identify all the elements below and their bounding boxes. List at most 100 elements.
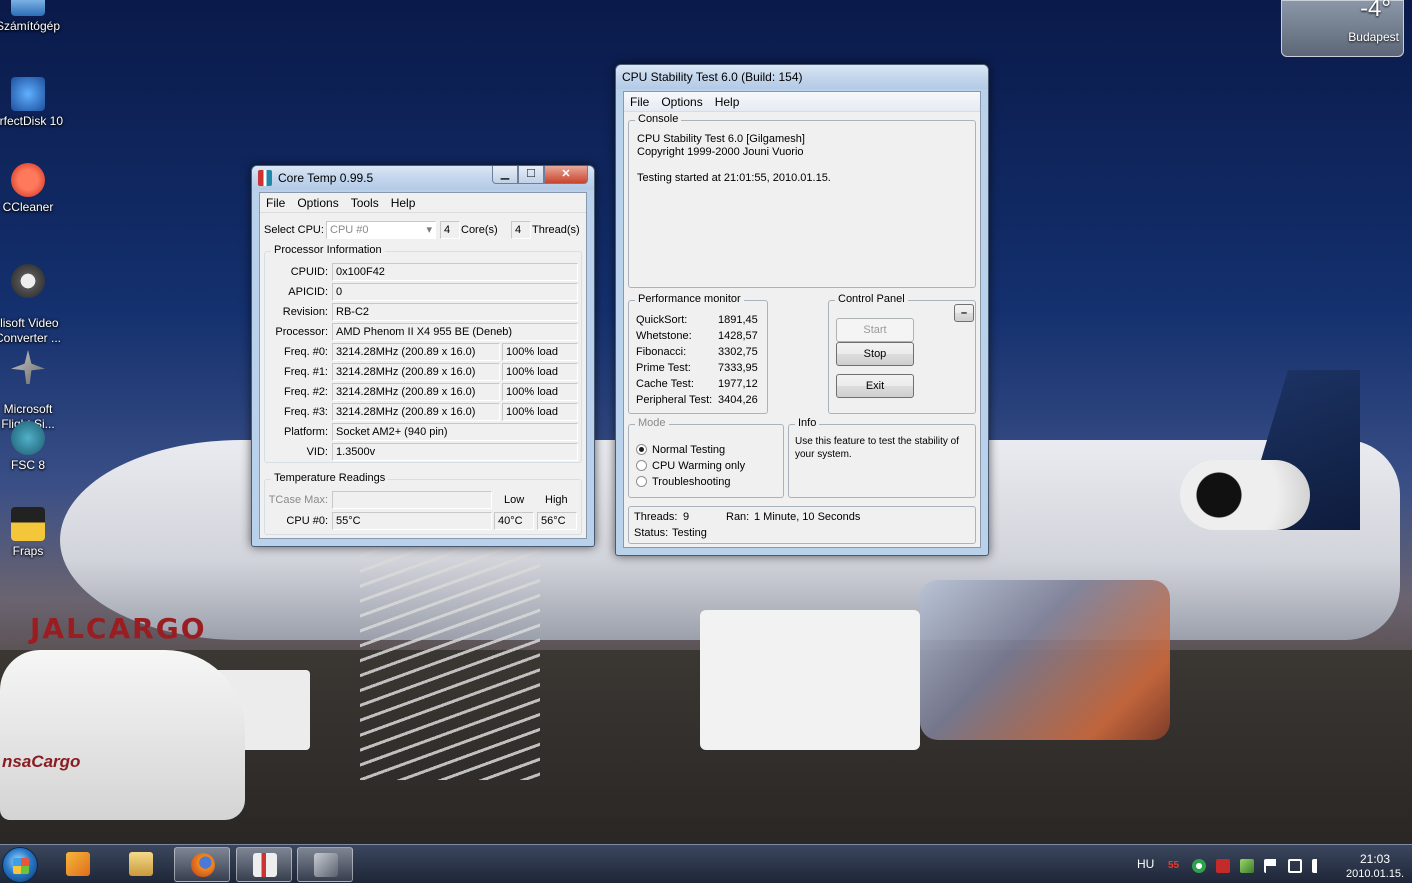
tcase-label: TCase Max: (268, 494, 328, 506)
clock[interactable]: 21:03 2010.01.15. (1346, 845, 1404, 883)
fsc-icon (11, 421, 45, 455)
cores-label: Core(s) (461, 224, 498, 236)
menu-file[interactable]: File (260, 193, 291, 212)
desktop-icon-video-converter[interactable]: ilisoft Video Converter ... (0, 249, 66, 346)
menu-help[interactable]: Help (385, 193, 422, 212)
taskbar-firefox[interactable] (174, 847, 230, 882)
high-header: High (545, 494, 568, 506)
flag-icon[interactable] (1264, 859, 1278, 873)
cst-titlebar[interactable]: CPU Stability Test 6.0 (Build: 154) (616, 65, 988, 89)
freq2-load: 100% load (502, 383, 578, 401)
tray-coretemp-temp[interactable]: 55 (1168, 860, 1179, 883)
desktop-icon-fraps[interactable]: Fraps (0, 507, 66, 559)
status-value: Testing (672, 527, 707, 539)
mode-normal-radio[interactable]: Normal Testing (636, 443, 725, 457)
firefox-icon (191, 853, 215, 877)
wallpaper-truck (700, 610, 920, 750)
threads-label: Thread(s) (532, 224, 580, 236)
wallpaper-jal-cargo-text: JALCARGO (30, 612, 207, 645)
low-header: Low (504, 494, 525, 506)
coretemp-title: Core Temp 0.99.5 (278, 171, 374, 185)
mode-option-label: Troubleshooting (652, 476, 731, 488)
menu-options[interactable]: Options (655, 92, 708, 111)
cpuid-label: CPUID: (290, 266, 328, 278)
taskbar-media-player[interactable] (50, 847, 106, 882)
close-button[interactable]: ✕ (544, 166, 588, 184)
taskbar-explorer[interactable] (113, 847, 169, 882)
desktop-icon-flight-sim[interactable]: Microsoft Flight Si... (0, 335, 66, 432)
wallpaper-cargo (920, 580, 1170, 740)
clock-time: 21:03 (1359, 852, 1391, 866)
language-indicator[interactable]: HU (1137, 857, 1154, 883)
mode-warming-radio[interactable]: CPU Warming only (636, 459, 745, 473)
info-group: Info Use this feature to test the stabil… (788, 417, 976, 498)
tray-app-icon[interactable] (1216, 859, 1230, 873)
coretemp-window[interactable]: Core Temp 0.99.5 ▁ ☐ ✕ File Options Tool… (251, 165, 595, 547)
minimize-button[interactable]: ▁ (492, 166, 518, 184)
console-line: Testing started at 21:01:55, 2010.01.15. (637, 172, 831, 184)
menu-tools[interactable]: Tools (345, 193, 385, 212)
select-cpu-label: Select CPU: (264, 224, 324, 236)
weather-city: Budapest (1348, 30, 1399, 44)
perfectdisk-icon (11, 77, 45, 111)
taskbar-coretemp[interactable] (236, 847, 292, 882)
ran-value: 1 Minute, 10 Seconds (754, 511, 861, 523)
volume-icon[interactable] (1312, 859, 1326, 873)
mode-option-label: CPU Warming only (652, 460, 746, 472)
desktop-icon-label: Számítógép (0, 19, 61, 33)
menu-help[interactable]: Help (709, 92, 746, 111)
revision-value: RB-C2 (332, 303, 578, 321)
maximize-button[interactable]: ☐ (518, 166, 544, 184)
start-button[interactable] (2, 847, 38, 883)
radio-dot (636, 444, 647, 455)
cores-count: 4 (440, 221, 460, 239)
start-button[interactable]: Start (836, 318, 914, 342)
collapse-button[interactable]: – (954, 304, 974, 322)
weather-gadget[interactable]: -4° Budapest (1281, 0, 1404, 57)
media-player-icon (66, 852, 90, 876)
menu-file[interactable]: File (624, 92, 655, 111)
control-panel-label: Control Panel (835, 293, 908, 305)
vid-value: 1.3500v (332, 443, 578, 461)
mode-troubleshooting-radio[interactable]: Troubleshooting (636, 475, 730, 489)
freq1-load: 100% load (502, 363, 578, 381)
windows-logo-icon (13, 858, 29, 874)
cpu0-temp-value: 55°C (332, 512, 492, 530)
menu-options[interactable]: Options (291, 193, 344, 212)
tray-security-icon[interactable] (1240, 859, 1254, 873)
folder-icon (129, 852, 153, 876)
wallpaper-van (0, 650, 245, 820)
ran-label: Ran: (726, 511, 750, 523)
stop-button[interactable]: Stop (836, 342, 914, 366)
airplane-icon (11, 350, 45, 384)
freq3-label: Freq. #3: (283, 406, 328, 418)
desktop-icon-computer[interactable]: Számítógép (0, 0, 66, 34)
coretemp-titlebar[interactable]: Core Temp 0.99.5 ▁ ☐ ✕ (252, 166, 594, 190)
desktop-icon-fsc8[interactable]: FSC 8 (0, 421, 66, 473)
network-icon[interactable] (1288, 859, 1302, 873)
desktop-icon-perfectdisk[interactable]: erfectDisk 10 (0, 77, 66, 129)
freq0-value: 3214.28MHz (200.89 x 16.0) (332, 343, 500, 361)
desktop-icon-ccleaner[interactable]: CCleaner (0, 163, 66, 215)
exit-button[interactable]: Exit (836, 374, 914, 398)
cpu0-temp-high: 56°C (537, 512, 577, 530)
select-cpu-dropdown[interactable]: CPU #0 ▾ (326, 221, 436, 239)
status-label: Status: (634, 527, 669, 539)
cpu0-temp-label: CPU #0: (286, 515, 328, 527)
console-label: Console (635, 113, 682, 125)
cpu0-temp-low: 40°C (494, 512, 534, 530)
perf-value: 3404,26 (718, 394, 758, 406)
console-group: Console CPU Stability Test 6.0 [Gilgames… (628, 113, 976, 288)
radio-dot (636, 476, 647, 487)
cst-menubar: File Options Help (624, 92, 980, 112)
processor-value: AMD Phenom II X4 955 BE (Deneb) (332, 323, 578, 341)
wallpaper-stairs (360, 540, 540, 780)
apicid-value: 0 (332, 283, 578, 301)
taskbar-cpu-stability-test[interactable] (297, 847, 353, 882)
cst-window[interactable]: CPU Stability Test 6.0 (Build: 154) File… (615, 64, 989, 556)
tray-update-icon[interactable] (1192, 859, 1206, 873)
coretemp-client: File Options Tools Help Select CPU: CPU … (259, 192, 587, 539)
threads-count: 4 (511, 221, 531, 239)
coretemp-menubar: File Options Tools Help (260, 193, 586, 213)
